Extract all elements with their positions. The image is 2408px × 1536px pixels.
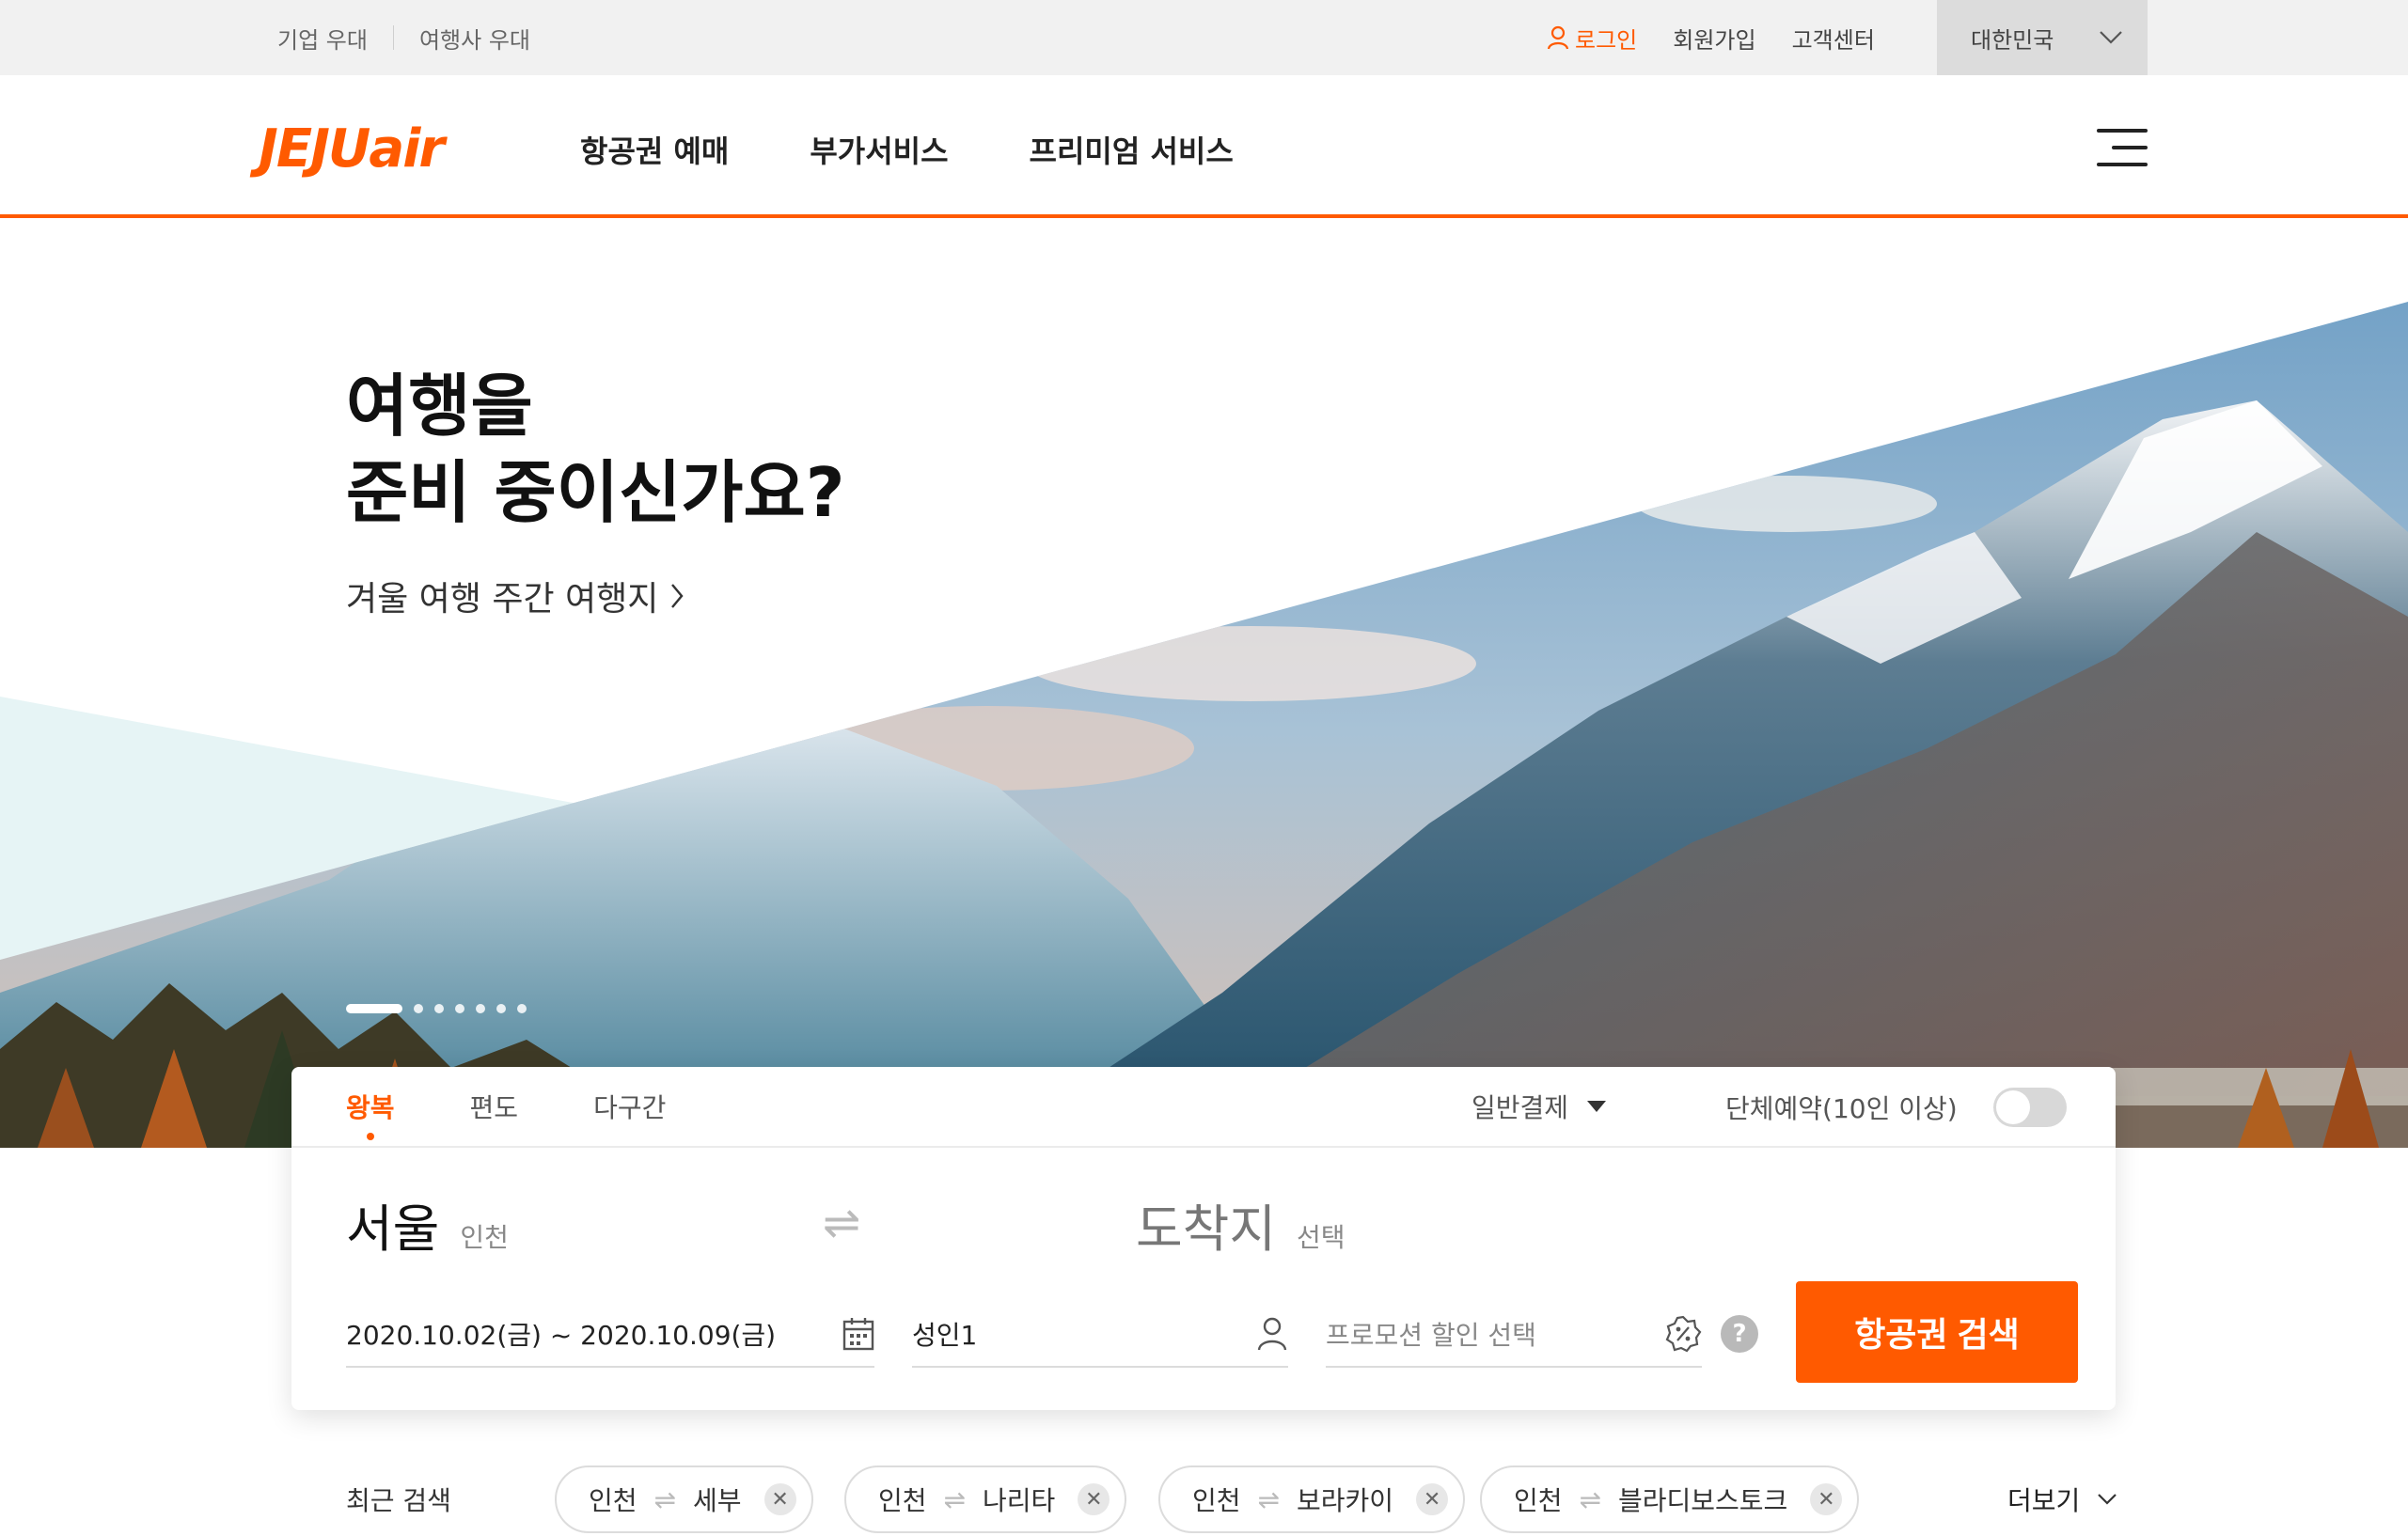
toggle-knob: [1995, 1090, 2030, 1124]
close-icon[interactable]: ✕: [1078, 1483, 1110, 1515]
chip-to: 블라디보스토크: [1618, 1485, 1788, 1516]
user-icon: [1547, 25, 1569, 50]
tab-one-way[interactable]: 편도: [470, 1088, 519, 1125]
carousel-dot-active[interactable]: [346, 1004, 402, 1013]
divider: [291, 1146, 2116, 1148]
hero-link-label: 겨울 여행 주간 여행지: [346, 580, 659, 619]
chip-from: 인천: [1514, 1485, 1563, 1516]
payment-type-label: 일반결제: [1472, 1092, 1569, 1123]
carousel-dot[interactable]: [414, 1004, 423, 1013]
chevron-down-icon: [2100, 31, 2122, 44]
group-booking-label: 단체예약(10인 이상): [1725, 1093, 1958, 1124]
carousel-dot[interactable]: [476, 1004, 485, 1013]
chip-to: 보라카이: [1297, 1485, 1394, 1516]
route-arrow-icon: ⇌: [943, 1483, 966, 1515]
nav-item-ticket[interactable]: 항공권 예매: [580, 128, 729, 171]
hero-title-line2: 준비 중이신가요?: [346, 453, 845, 532]
main-nav: 항공권 예매 부가서비스 프리미엄 서비스: [580, 128, 1234, 171]
help-icon[interactable]: ?: [1721, 1315, 1758, 1353]
corporate-link[interactable]: 기업 우대: [277, 22, 368, 55]
recent-search-chip[interactable]: 인천 ⇌ 세부 ✕: [555, 1465, 813, 1533]
login-link[interactable]: 로그인: [1547, 22, 1637, 55]
carousel-dot[interactable]: [455, 1004, 464, 1013]
passenger-field[interactable]: 성인1: [912, 1302, 1288, 1368]
chip-to: 세부: [693, 1485, 742, 1516]
tab-round-trip[interactable]: 왕복: [346, 1088, 395, 1140]
origin-selector[interactable]: 서울 인천: [346, 1187, 509, 1262]
group-booking-toggle[interactable]: [1992, 1088, 2067, 1127]
carousel-indicator: [346, 1004, 527, 1013]
route-arrow-icon: ⇌: [653, 1483, 676, 1515]
swap-route-icon[interactable]: ⇌: [823, 1197, 860, 1249]
hero-title: 여행을 준비 중이신가요?: [346, 363, 845, 536]
close-icon[interactable]: ✕: [1416, 1483, 1449, 1515]
calendar-icon: [842, 1318, 874, 1351]
destination-city: 도착지: [1136, 1199, 1277, 1259]
route-arrow-icon: ⇌: [1579, 1483, 1601, 1515]
utility-bar: 기업 우대 여행사 우대 로그인 회원가입 고객센터 대한민국: [0, 0, 2408, 75]
recent-search-label: 최근 검색: [346, 1485, 451, 1516]
origin-airport: 인천: [460, 1222, 509, 1253]
more-button[interactable]: 더보기: [2007, 1481, 2117, 1518]
country-label: 대한민국: [1971, 26, 2054, 54]
discount-badge-icon: [1665, 1315, 1702, 1353]
hero-title-line1: 여행을: [346, 367, 533, 446]
agency-link[interactable]: 여행사 우대: [419, 22, 530, 55]
close-icon[interactable]: ✕: [1810, 1483, 1843, 1515]
chip-from: 인천: [589, 1485, 637, 1516]
carousel-dot[interactable]: [434, 1004, 444, 1013]
join-link[interactable]: 회원가입: [1673, 22, 1755, 55]
nav-item-services[interactable]: 부가서비스: [810, 128, 948, 171]
destination-selector[interactable]: 도착지 선택: [1136, 1187, 1346, 1262]
chip-to: 나리타: [983, 1485, 1056, 1516]
carousel-dot[interactable]: [496, 1004, 506, 1013]
utility-links-left: 기업 우대 여행사 우대: [277, 0, 530, 75]
login-label: 로그인: [1575, 26, 1638, 54]
divider: [392, 25, 394, 50]
trip-type-tabs: 왕복 편도 다구간: [346, 1088, 666, 1140]
support-link[interactable]: 고객센터: [1792, 22, 1875, 55]
hamburger-menu-icon[interactable]: [2097, 127, 2148, 168]
recent-search-chip[interactable]: 인천 ⇌ 보라카이 ✕: [1158, 1465, 1466, 1533]
close-icon[interactable]: ✕: [763, 1483, 796, 1515]
hero-banner: 여행을 준비 중이신가요? 겨울 여행 주간 여행지: [0, 222, 2408, 1148]
tab-multi-city[interactable]: 다구간: [593, 1088, 666, 1125]
payment-type-select[interactable]: 일반결제: [1472, 1088, 1607, 1125]
passenger-value: 성인1: [912, 1320, 978, 1351]
recent-search-chip[interactable]: 인천 ⇌ 블라디보스토크 ✕: [1480, 1465, 1860, 1533]
flight-search-panel: 왕복 편도 다구간 일반결제 단체예약(10인 이상) 서울 인천 ⇌ 도착지 …: [291, 1067, 2116, 1410]
nav-item-premium[interactable]: 프리미엄 서비스: [1030, 128, 1234, 171]
caret-down-icon: [1587, 1101, 1607, 1112]
search-flights-button[interactable]: 항공권 검색: [1796, 1281, 2078, 1383]
destination-hint: 선택: [1297, 1222, 1346, 1253]
chip-from: 인천: [878, 1485, 927, 1516]
promo-field[interactable]: 프로모션 할인 선택: [1326, 1302, 1702, 1368]
group-booking: 단체예약(10인 이상): [1725, 1088, 2067, 1127]
hero-link[interactable]: 겨울 여행 주간 여행지: [346, 572, 845, 620]
utility-links-right: 로그인 회원가입 고객센터: [1547, 0, 1875, 75]
date-field[interactable]: 2020.10.02(금) ~ 2020.10.09(금): [346, 1302, 874, 1368]
chevron-right-icon: [671, 584, 684, 608]
carousel-dot[interactable]: [517, 1004, 527, 1013]
hero-copy: 여행을 준비 중이신가요? 겨울 여행 주간 여행지: [346, 363, 845, 620]
recent-search-chip[interactable]: 인천 ⇌ 나리타 ✕: [844, 1465, 1127, 1533]
chip-from: 인천: [1192, 1485, 1241, 1516]
more-label: 더보기: [2007, 1485, 2081, 1516]
date-value: 2020.10.02(금) ~ 2020.10.09(금): [346, 1320, 777, 1351]
chevron-down-icon: [2098, 1494, 2117, 1505]
main-header: JEJUair 항공권 예매 부가서비스 프리미엄 서비스: [0, 75, 2408, 218]
origin-city: 서울: [346, 1199, 440, 1259]
person-icon: [1257, 1317, 1287, 1351]
promo-placeholder: 프로모션 할인 선택: [1326, 1320, 1536, 1351]
country-select[interactable]: 대한민국: [1937, 0, 2148, 75]
jejuair-logo[interactable]: JEJUair: [259, 118, 445, 180]
route-arrow-icon: ⇌: [1257, 1483, 1280, 1515]
